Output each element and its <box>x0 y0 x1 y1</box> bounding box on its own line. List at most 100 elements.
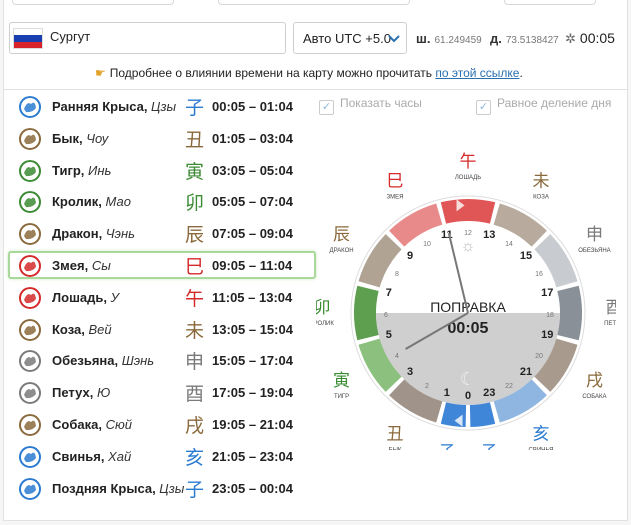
hour-row[interactable]: Бык, Чоу 丑 01:05 – 03:04 <box>8 124 316 152</box>
top-field-stub <box>218 0 410 5</box>
hour-time-range: 05:05 – 07:04 <box>212 194 293 210</box>
dial-hour-number: 13 <box>483 229 495 241</box>
hour-time-range: 07:05 – 09:04 <box>212 226 293 242</box>
dial-segment-label: ПЕТУХ <box>604 321 616 327</box>
hour-name: Ранняя Крыса, Цзы <box>52 99 177 114</box>
hour-dial: 子Р. КРЫСА丑БЫК寅ТИГР卯КРОЛИК辰ДРАКОН巳ЗМЕЯ午ЛО… <box>316 152 616 450</box>
dial-branch-char: 子 <box>480 442 497 450</box>
hour-time-range: 03:05 – 05:04 <box>212 162 293 178</box>
dial-branch-char: 寅 <box>333 371 350 391</box>
dial-segment <box>557 285 582 341</box>
top-field-stub <box>12 0 174 5</box>
hour-row[interactable]: Лошадь, У 午 11:05 – 13:04 <box>8 283 316 311</box>
dial-segment-label: ОБЕЗЬЯНА <box>578 248 610 254</box>
hour-row[interactable]: Коза, Вей 未 13:05 – 15:04 <box>8 315 316 343</box>
dial-hour-number: 1 <box>444 387 450 399</box>
equal-split-option[interactable]: ✓ Равное деление дня <box>476 96 611 115</box>
dial-segment-label: КРОЛИК <box>316 321 334 327</box>
dial-branch-char: 戌 <box>586 371 603 391</box>
russia-flag-icon <box>13 28 43 49</box>
dial-hour-number: 15 <box>520 250 532 262</box>
hour-name: Коза, Вей <box>52 321 112 337</box>
hour-time-range: 09:05 – 11:04 <box>212 257 293 273</box>
dial-branch-char: 卯 <box>316 298 331 318</box>
dial-hour-number: 17 <box>541 287 553 299</box>
dial-hour-number: 18 <box>546 312 554 319</box>
hour-name: Змея, Сы <box>52 257 111 273</box>
hours-list: Ранняя Крыса, Цзы 子 00:05 – 01:04 Бык, Чоу 丑… <box>8 92 316 505</box>
chevron-down-icon <box>388 35 400 43</box>
hour-branch-char: 寅 <box>185 160 205 183</box>
animal-icon <box>19 477 41 500</box>
longitude-value: 73.5138427 <box>505 35 559 46</box>
animal-icon <box>19 223 41 246</box>
dial-hour-number: 12 <box>464 230 472 237</box>
hour-row[interactable]: Дракон, Чэнь 辰 07:05 – 09:04 <box>8 219 316 247</box>
hour-name: Собака, Сюй <box>52 416 132 432</box>
hour-time-range: 21:05 – 23:04 <box>212 448 293 464</box>
hour-time-range: 13:05 – 15:04 <box>212 321 293 337</box>
dial-hour-number: 8 <box>395 271 399 278</box>
animal-icon <box>19 382 41 405</box>
dial-hour-number: 5 <box>386 329 392 341</box>
hour-time-range: 23:05 – 00:04 <box>212 480 293 496</box>
hour-time-range: 19:05 – 21:04 <box>212 416 293 432</box>
sun-icon: ☼ <box>461 238 476 255</box>
dial-hour-number: 9 <box>407 250 413 262</box>
info-line: ☛ Подробнее о влиянии времени на карту мо… <box>95 66 523 80</box>
pointing-hand-icon: ☛ <box>95 66 106 80</box>
dial-hour-number: 6 <box>384 312 388 319</box>
hour-time-range: 00:05 – 01:04 <box>212 99 293 114</box>
dial-hour-number: 21 <box>520 366 532 378</box>
hour-row[interactable]: Ранняя Крыса, Цзы 子 00:05 – 01:04 <box>8 92 316 120</box>
hour-row[interactable]: Свинья, Хай 亥 21:05 – 23:04 <box>8 442 316 470</box>
timezone-select[interactable]: Авто UTC +5.0 <box>293 22 407 54</box>
show-clock-checkbox[interactable]: ✓ <box>319 100 334 115</box>
sun-icon: ✲ <box>565 31 576 46</box>
equal-split-checkbox[interactable]: ✓ <box>476 100 491 115</box>
latitude: ш. 61.249459 <box>416 31 482 46</box>
hour-branch-char: 丑 <box>185 128 205 151</box>
dial-hour-number: 22 <box>505 383 513 390</box>
hour-row[interactable]: Кролик, Мао 卯 05:05 – 07:04 <box>8 187 316 215</box>
dial-hour-number: 3 <box>407 366 413 378</box>
longitude: д. 73.5138427 <box>490 31 559 46</box>
dial-segment-label: КОЗА <box>533 195 549 201</box>
hour-name: Обезьяна, Шэнь <box>52 353 155 369</box>
divider <box>3 89 628 90</box>
hour-time-range: 17:05 – 19:04 <box>212 385 293 401</box>
dial-segment <box>354 285 379 341</box>
city-input[interactable] <box>50 29 270 44</box>
hour-time-range: 01:05 – 03:04 <box>212 130 293 146</box>
dial-segment-label: ЛОШАДЬ <box>455 175 481 181</box>
hour-branch-char: 子 <box>185 97 205 119</box>
dial-hour-number: 2 <box>425 383 429 390</box>
dial-hour-number: 0 <box>465 390 471 402</box>
current-time-value: 00:05 <box>579 30 615 46</box>
dial-branch-char: 巳 <box>387 172 404 192</box>
hour-name: Кролик, Мао <box>52 194 131 210</box>
show-clock-option[interactable]: ✓ Показать часы <box>319 96 422 115</box>
dial-hour-number: 4 <box>395 353 399 360</box>
animal-icon <box>19 96 41 118</box>
dial-hour-number: 14 <box>505 241 513 248</box>
info-text: Подробнее о влиянии времени на карту мож… <box>109 66 436 80</box>
animal-icon <box>19 445 41 468</box>
hour-name: Лошадь, У <box>52 289 119 305</box>
hour-branch-char: 巳 <box>185 255 205 278</box>
hour-branch-char: 亥 <box>185 446 205 469</box>
city-field[interactable] <box>9 22 286 54</box>
hour-name: Бык, Чоу <box>52 130 109 146</box>
hour-row[interactable]: Тигр, Инь 寅 03:05 – 05:04 <box>8 156 316 184</box>
info-link[interactable]: по этой ссылке <box>435 66 519 80</box>
dial-hour-number: 23 <box>483 387 495 399</box>
hour-row[interactable]: Петух, Ю 酉 17:05 – 19:04 <box>8 378 316 406</box>
hour-row[interactable]: Обезьяна, Шэнь 申 15:05 – 17:04 <box>8 346 316 374</box>
hour-name: Поздняя Крыса, Цзы <box>52 480 185 496</box>
hour-name: Петух, Ю <box>52 385 111 401</box>
hour-row[interactable]: Поздняя Крыса, Цзы 子 23:05 – 00:04 <box>8 474 316 502</box>
hour-row[interactable]: Змея, Сы 巳 09:05 – 11:04 <box>8 250 316 279</box>
hour-row[interactable]: Собака, Сюй 戌 19:05 – 21:04 <box>8 410 316 438</box>
info-tail: . <box>519 66 523 80</box>
dial-segment-label: ТИГР <box>334 394 349 400</box>
